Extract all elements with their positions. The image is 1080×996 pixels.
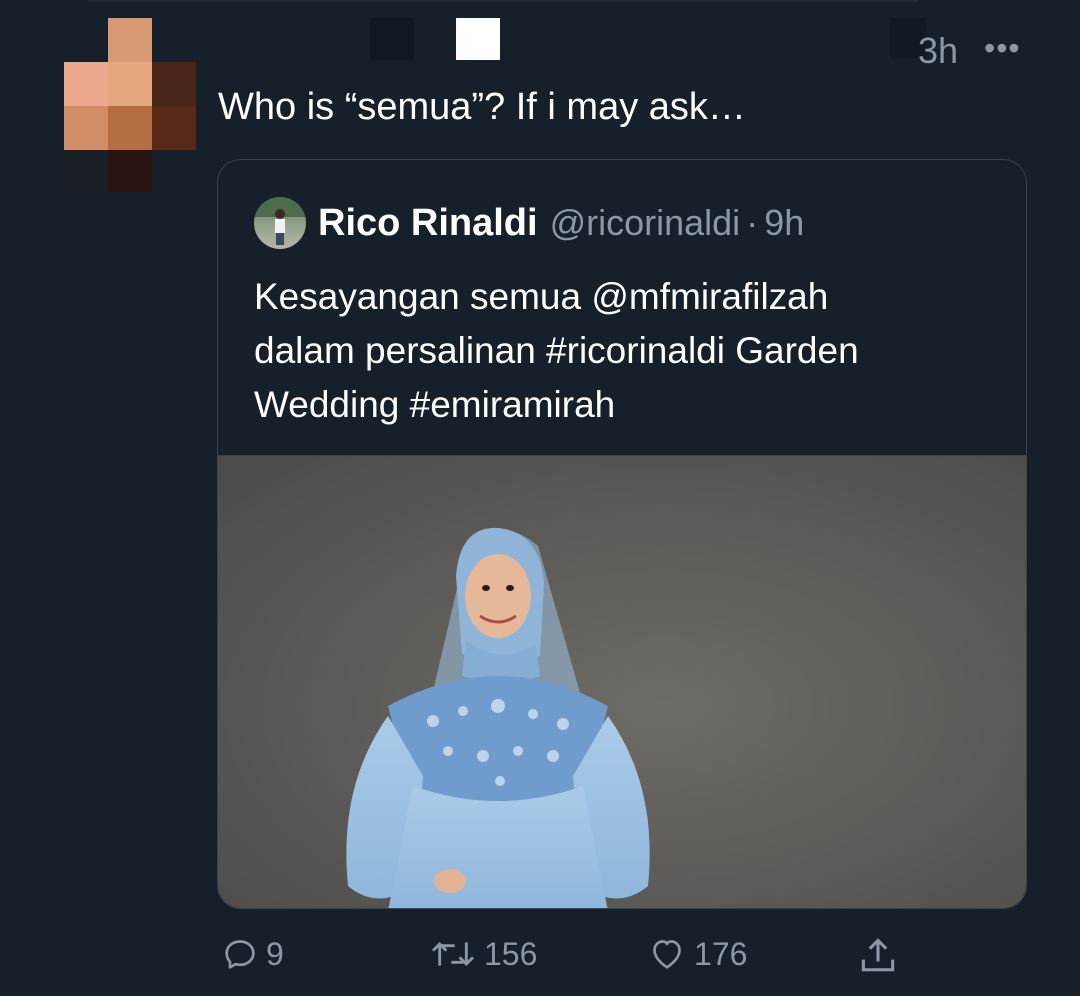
quoted-tweet-card[interactable]: Rico Rinaldi @ricorinaldi · 9h Kesayanga… bbox=[217, 159, 1027, 909]
quoted-text-line: Wedding #emiramirah bbox=[254, 384, 616, 425]
quoted-tweet-header: Rico Rinaldi @ricorinaldi · 9h bbox=[254, 196, 804, 250]
quoted-author-handle[interactable]: @ricorinaldi bbox=[550, 202, 741, 244]
author-avatar[interactable] bbox=[64, 18, 196, 192]
tweet-text: Who is “semua”? If i may ask… bbox=[218, 86, 746, 128]
quoted-author-name[interactable]: Rico Rinaldi bbox=[318, 202, 538, 245]
heart-icon bbox=[653, 940, 681, 969]
more-options-icon[interactable]: ••• bbox=[984, 30, 1021, 67]
quoted-text-line: dalam persalinan #ricorinaldi Garden bbox=[254, 330, 859, 371]
like-count: 176 bbox=[694, 935, 748, 972]
reply-count: 9 bbox=[266, 935, 284, 972]
quoted-tweet-photo[interactable] bbox=[218, 455, 1026, 908]
redacted-name-block bbox=[456, 18, 500, 60]
quoted-text-line: Kesayangan semua @mfmirafilzah bbox=[254, 276, 829, 317]
retweet-icon bbox=[431, 941, 475, 967]
quoted-author-avatar[interactable] bbox=[254, 197, 306, 249]
separator-dot: · bbox=[746, 202, 759, 243]
redacted-name-block bbox=[370, 18, 414, 60]
quoted-tweet-text: Kesayangan semua @mfmirafilzah dalam per… bbox=[254, 270, 994, 432]
tweet-timestamp[interactable]: 3h bbox=[918, 30, 958, 72]
reply-icon bbox=[225, 940, 255, 969]
retweet-button[interactable]: 156 bbox=[428, 934, 537, 974]
share-button[interactable] bbox=[856, 934, 900, 978]
retweet-count: 156 bbox=[484, 935, 538, 972]
share-icon bbox=[861, 938, 895, 972]
like-button[interactable]: 176 bbox=[646, 934, 747, 974]
reply-button[interactable]: 9 bbox=[220, 934, 284, 974]
quoted-timestamp[interactable]: 9h bbox=[764, 202, 804, 244]
top-divider bbox=[88, 0, 918, 2]
